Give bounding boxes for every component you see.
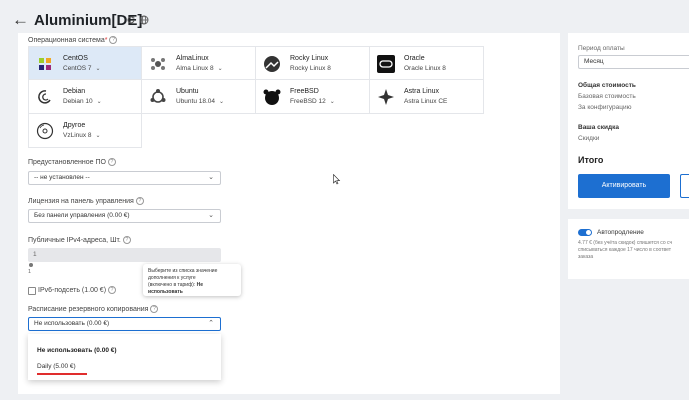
os-name: CentOS [63,55,88,62]
base-cost-label: Базовая стоимость [578,93,636,100]
disc-icon [36,122,54,140]
license-label: Лицензия на панель управления? [28,197,144,205]
os-option-debian[interactable]: Debian Debian 10 ⌄ [28,80,142,114]
autorenew-label: Автопродление [597,229,644,236]
backup-dropdown: Не использовать (0.00 €) Daily (5.00 €) [28,334,221,380]
help-icon[interactable]: ? [107,158,116,166]
ipv6-checkbox[interactable] [28,287,36,295]
tooltip-line: Выберите из списка значение [148,268,218,274]
os-name: AlmaLinux [176,55,209,62]
os-version-select[interactable]: Alma Linux 8 ⌄ [176,65,223,72]
os-option-freebsd[interactable]: FreeBSD FreeBSD 12 ⌄ [256,80,370,114]
autorenew-description: 4.77 € (без учёта скидок) спишется со сч… [578,240,689,261]
os-grid: CentOS CentOS 7 ⌄ AlmaLinux Alma Linux 8 ⌄… [28,46,490,148]
help-icon[interactable]: ? [135,197,144,205]
total-title: Итого [578,155,604,165]
rocky-logo-icon [264,56,280,72]
license-select[interactable]: Без панели управления (0.00 €) ⌄ [28,209,221,223]
activate-button[interactable]: Активировать [578,174,670,198]
debian-logo-icon [38,90,51,104]
backup-label: Расписание резервного копирования? [28,305,159,313]
os-name: Astra Linux [404,88,440,95]
os-option-oracle[interactable]: Oracle Oracle Linux 8 [370,46,484,80]
almalinux-logo-icon [151,58,165,70]
secondary-button[interactable] [680,174,689,198]
os-name: Ubuntu [176,88,199,95]
os-option-other[interactable]: Другое VzLinux 8 ⌄ [28,114,142,148]
os-version-select[interactable]: VzLinux 8 ⌄ [63,132,101,139]
help-icon[interactable]: ? [108,286,117,294]
autorenew-desc-line: заказа [578,254,594,260]
os-name: Debian [63,88,86,95]
back-arrow-icon[interactable]: ← [12,10,29,30]
refresh-icon[interactable] [126,15,136,25]
discount-label: Ваша скидка [578,124,620,131]
backup-select[interactable]: Не использовать (0.00 €) ⌃ [28,317,221,331]
freebsd-logo-icon [263,89,281,105]
ipv6-label: IPv6-подсеть (1.00 €)? [38,286,117,294]
os-label: Операционная система*? [28,36,118,44]
config-cost-label: За конфигурацию [578,104,632,111]
os-version-select[interactable]: Debian 10 ⌄ [63,98,102,105]
autorenew-toggle[interactable] [578,229,592,236]
period-label: Период оплаты [578,45,625,52]
dropdown-option[interactable]: Не использовать (0.00 €) [37,347,117,354]
ipv4-slider-handle[interactable] [29,263,33,267]
ipv4-input[interactable]: 1 [28,248,221,262]
tooltip-line: (включено в тариф): Не использовать [148,282,204,295]
ipv4-label: Публичные IPv4-адреса, Шт.? [28,236,131,244]
ipv4-slider-min: 1 [28,269,32,275]
total-cost-label: Общая стоимость [578,82,636,89]
os-name: Другое [63,122,86,129]
os-version-select[interactable]: CentOS 7 ⌄ [63,65,101,72]
help-icon[interactable]: ? [150,305,159,313]
discount-value: Скидки [578,135,600,142]
os-version: Astra Linux CE [404,98,448,105]
software-select[interactable]: -- не установлен -- ⌄ [28,171,221,185]
os-name: Oracle [404,55,425,62]
globe-icon[interactable] [139,15,149,25]
os-option-centos[interactable]: CentOS CentOS 7 ⌄ [28,46,142,80]
os-version-select[interactable]: FreeBSD 12 ⌄ [290,98,335,105]
centos-logo-icon [39,58,51,70]
os-option-astra[interactable]: Astra Linux Astra Linux CE [370,80,484,114]
os-option-almalinux[interactable]: AlmaLinux Alma Linux 8 ⌄ [142,46,256,80]
software-label: Предустановленное ПО? [28,158,116,166]
autorenew-desc-line: списываться каждое 17 число в соответ [578,247,671,253]
help-icon[interactable]: ? [109,36,118,44]
help-icon[interactable]: ? [122,236,131,244]
tooltip-line: дополнения к услуге [148,275,196,281]
astra-logo-icon [378,89,394,105]
os-option-ubuntu[interactable]: Ubuntu Ubuntu 18.04 ⌄ [142,80,256,114]
os-option-rocky[interactable]: Rocky Linux Rocky Linux 8 [256,46,370,80]
autorenew-desc-line: 4.77 € (без учёта скидок) спишется со сч [578,240,673,246]
os-version-select[interactable]: Ubuntu 18.04 ⌄ [176,98,224,105]
period-select[interactable]: Месяц [578,55,689,69]
os-name: Rocky Linux [290,55,329,62]
oracle-logo-icon [377,55,395,73]
tooltip: Выберите из списка значение дополнения к… [143,264,241,296]
os-name: FreeBSD [290,88,319,95]
mouse-cursor-icon [333,174,341,185]
ubuntu-logo-icon [150,89,166,103]
os-version: Oracle Linux 8 [404,65,446,72]
highlight-underline [37,373,87,375]
dropdown-option[interactable]: Daily (5.00 €) [37,363,76,370]
os-version: Rocky Linux 8 [290,65,331,72]
